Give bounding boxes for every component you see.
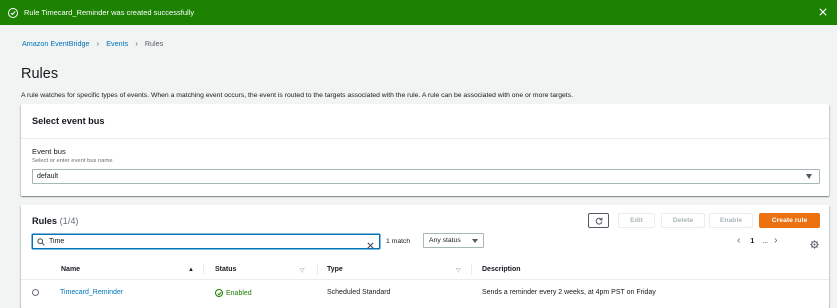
rule-type: Scheduled Standard bbox=[327, 289, 391, 296]
breadcrumb: Amazon EventBridge › Events › Rules bbox=[22, 39, 163, 48]
event-bus-panel-header: Select event bus bbox=[21, 104, 829, 139]
row-select-radio[interactable] bbox=[32, 289, 39, 296]
rule-name-link[interactable]: Timecard_Reminder bbox=[60, 289, 123, 296]
column-divider bbox=[471, 264, 472, 275]
edit-button[interactable]: Edit bbox=[618, 213, 655, 228]
rules-search-input[interactable] bbox=[49, 238, 349, 245]
refresh-icon bbox=[595, 217, 603, 225]
create-rule-button[interactable]: Create rule bbox=[759, 213, 820, 228]
check-circle-icon bbox=[215, 289, 223, 297]
column-header-type[interactable]: Type bbox=[327, 266, 343, 273]
caret-down-icon bbox=[806, 174, 812, 179]
rules-panel: Rules (1/4) Edit Delete Enable Create ru… bbox=[21, 205, 829, 308]
chevron-right-icon: › bbox=[135, 39, 138, 48]
pagination-ellipsis: ... bbox=[762, 237, 769, 245]
page-title: Rules bbox=[21, 66, 59, 82]
match-count: 1 match bbox=[386, 238, 411, 245]
rules-search-box[interactable] bbox=[32, 234, 380, 249]
close-icon[interactable] bbox=[818, 8, 827, 17]
chevron-left-icon[interactable]: ‹ bbox=[737, 236, 740, 246]
rules-count: (1/4) bbox=[59, 216, 79, 226]
page-description: A rule watches for specific types of eve… bbox=[21, 92, 573, 99]
refresh-button[interactable] bbox=[588, 213, 609, 228]
column-header-status[interactable]: Status bbox=[215, 266, 236, 273]
table-row[interactable]: Timecard_Reminder Enabled Scheduled Stan… bbox=[21, 283, 829, 303]
enable-button[interactable]: Enable bbox=[709, 213, 753, 228]
sort-ascending-icon[interactable]: ▲ bbox=[188, 267, 194, 273]
success-flash-banner: Rule Timecard_Reminder was created succe… bbox=[0, 0, 837, 25]
sort-icon[interactable]: ▽ bbox=[300, 267, 305, 274]
breadcrumb-events[interactable]: Events bbox=[106, 39, 128, 48]
flash-message: Rule Timecard_Reminder was created succe… bbox=[24, 8, 195, 17]
page-number-current[interactable]: 1 bbox=[750, 238, 754, 245]
success-check-icon bbox=[8, 7, 18, 18]
rule-status-text: Enabled bbox=[226, 289, 252, 297]
chevron-right-icon: › bbox=[96, 39, 100, 48]
event-bus-panel: Select event bus Event bus Select or ent… bbox=[21, 104, 829, 196]
column-header-name[interactable]: Name bbox=[61, 266, 80, 273]
status-filter-value: Any status bbox=[429, 237, 461, 244]
event-bus-label: Event bus bbox=[32, 147, 66, 156]
delete-button[interactable]: Delete bbox=[661, 213, 705, 228]
event-bus-selected-value: default bbox=[37, 173, 59, 180]
rules-panel-title: Rules (1/4) bbox=[32, 216, 79, 226]
rules-title-text: Rules bbox=[32, 216, 58, 226]
caret-down-icon bbox=[472, 239, 478, 243]
column-divider bbox=[317, 264, 318, 275]
breadcrumb-rules: Rules bbox=[144, 39, 164, 48]
clear-search-icon[interactable] bbox=[366, 237, 375, 249]
column-divider bbox=[203, 264, 204, 275]
sort-icon[interactable]: ▽ bbox=[456, 267, 461, 274]
column-header-description[interactable]: Description bbox=[482, 266, 521, 273]
rule-status: Enabled bbox=[215, 289, 252, 297]
search-icon bbox=[37, 237, 45, 246]
breadcrumb-eventbridge[interactable]: Amazon EventBridge bbox=[22, 39, 90, 48]
pagination: ‹ 1 ... › bbox=[737, 236, 777, 246]
rule-description: Sends a reminder every 2 weeks, at 4pm P… bbox=[482, 289, 656, 296]
event-bus-select[interactable]: default bbox=[32, 169, 820, 184]
gear-icon[interactable] bbox=[810, 236, 819, 249]
chevron-right-icon[interactable]: › bbox=[774, 236, 777, 246]
status-filter-select[interactable]: Any status bbox=[423, 233, 484, 248]
rules-table-header: Name ▲ Status ▽ Type ▽ Description bbox=[21, 260, 829, 280]
event-bus-description: Select or enter event bus name bbox=[32, 158, 113, 164]
